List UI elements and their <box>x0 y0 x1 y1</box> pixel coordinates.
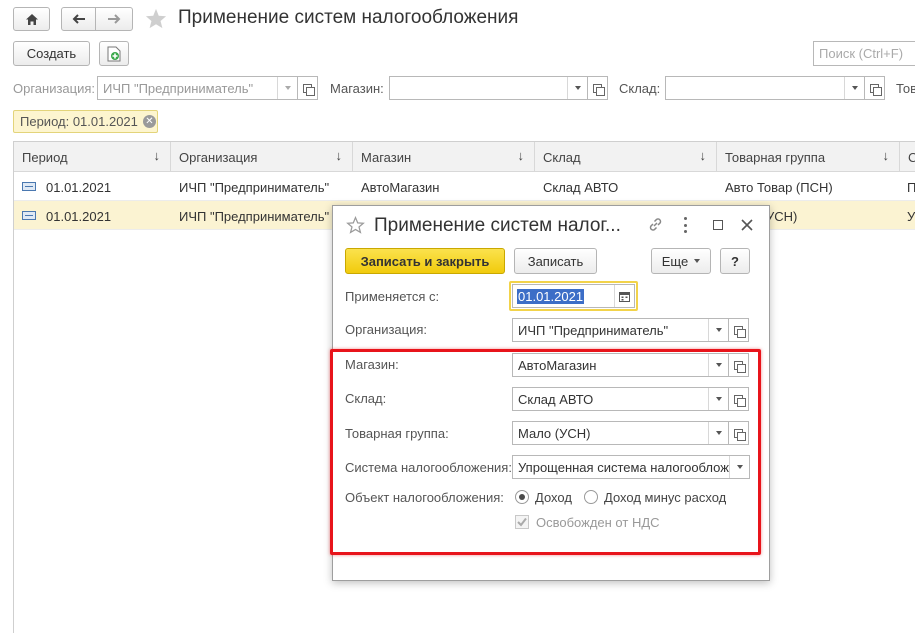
maximize-icon[interactable] <box>713 220 723 230</box>
row1-more: П <box>907 180 915 195</box>
record-icon <box>22 211 36 220</box>
col-header-shop[interactable]: Магазин ↓ <box>353 142 535 172</box>
row2-product-group: УСН) <box>766 209 798 224</box>
organization-dropdown[interactable] <box>708 319 728 341</box>
col-header-organization[interactable]: Организация ↓ <box>171 142 353 172</box>
forward-button[interactable] <box>95 7 133 31</box>
row1-product-group: Авто Товар (ПСН) <box>725 180 833 195</box>
filter-org-label: Организация: <box>13 81 96 96</box>
star-icon[interactable] <box>145 8 167 29</box>
more-actions-button[interactable]: Еще <box>651 248 711 274</box>
col-header-period[interactable]: Период ↓ <box>14 142 171 172</box>
filter-shop-field[interactable] <box>389 76 588 100</box>
link-icon[interactable] <box>647 216 664 233</box>
sort-arrow-icon: ↓ <box>517 148 525 163</box>
sort-arrow-icon: ↓ <box>699 148 707 163</box>
back-button[interactable] <box>61 7 96 31</box>
organization-value: ИЧП "Предприниматель" <box>518 322 669 338</box>
open-form-icon <box>303 83 315 96</box>
row1-organization: ИЧП "Предприниматель" <box>179 180 330 195</box>
filter-shop-dropdown[interactable] <box>567 77 587 99</box>
create-button[interactable]: Создать <box>13 41 90 66</box>
search-input[interactable]: Поиск (Ctrl+F) <box>813 41 915 66</box>
open-form-icon <box>593 83 605 96</box>
row2-more: У <box>907 209 915 224</box>
chevron-down-icon <box>574 86 581 90</box>
home-button[interactable] <box>13 7 50 31</box>
period-chip-label: Период: 01.01.2021 <box>20 114 138 129</box>
chevron-down-icon <box>284 86 291 90</box>
filter-org-open-button[interactable] <box>298 76 318 100</box>
close-icon[interactable]: ✕ <box>142 115 156 128</box>
row1-shop: АвтоМагазин <box>361 180 440 195</box>
chevron-down-icon <box>694 259 701 263</box>
page-title: Применение систем налогообложения <box>178 7 519 28</box>
chevron-down-icon <box>851 86 858 90</box>
sort-arrow-icon: ↓ <box>153 148 161 163</box>
filter-org-dropdown[interactable] <box>277 77 297 99</box>
filter-warehouse-label: Склад: <box>619 81 661 96</box>
more-actions-label: Еще <box>661 253 689 269</box>
save-and-close-button[interactable]: Записать и закрыть <box>345 248 505 274</box>
period-filter-chip[interactable]: Период: 01.01.2021 ✕ <box>13 110 158 133</box>
sort-arrow-icon: ↓ <box>882 148 890 163</box>
dialog-title: Применение систем налог... <box>374 215 621 236</box>
search-placeholder: Поиск (Ctrl+F) <box>819 46 904 61</box>
col-header-product-group[interactable]: Товарная группа ↓ <box>717 142 900 172</box>
col-header-warehouse[interactable]: Склад ↓ <box>535 142 717 172</box>
filter-org-field[interactable]: ИЧП "Предприниматель" <box>97 76 298 100</box>
more-menu-icon[interactable] <box>684 217 688 233</box>
arrow-right-icon <box>108 14 121 24</box>
help-button[interactable]: ? <box>720 248 750 274</box>
open-form-icon <box>734 325 746 338</box>
filter-shop-label: Магазин: <box>330 81 384 96</box>
organization-open-button[interactable] <box>729 318 749 342</box>
filter-more-label: Тов <box>896 81 915 96</box>
save-button[interactable]: Записать <box>514 248 597 274</box>
star-icon[interactable] <box>346 216 365 234</box>
col-header-more[interactable]: С <box>900 142 915 172</box>
organization-label: Организация: <box>345 322 428 337</box>
sort-arrow-icon: ↓ <box>335 148 343 163</box>
row1-period: 01.01.2021 <box>46 180 112 195</box>
calendar-button[interactable] <box>614 285 634 307</box>
chevron-down-icon <box>715 328 722 332</box>
organization-field[interactable]: ИЧП "Предприниматель" <box>512 318 729 342</box>
applies-from-date-input[interactable]: 01.01.2021 <box>512 284 635 308</box>
filter-warehouse-open-button[interactable] <box>865 76 885 100</box>
applies-from-label: Применяется с: <box>345 289 440 304</box>
highlight-frame <box>330 349 761 555</box>
row2-period: 01.01.2021 <box>46 209 112 224</box>
arrow-left-icon <box>72 14 85 24</box>
filter-org-value: ИЧП "Предприниматель" <box>103 80 254 96</box>
add-document-icon <box>107 46 121 61</box>
filter-shop-open-button[interactable] <box>588 76 608 100</box>
close-icon[interactable] <box>741 219 753 231</box>
row1-warehouse: Склад АВТО <box>543 180 619 195</box>
home-icon <box>25 13 38 25</box>
filter-warehouse-field[interactable] <box>665 76 865 100</box>
create-copy-button[interactable] <box>99 41 129 66</box>
calendar-icon <box>619 291 630 302</box>
applies-from-date-value: 01.01.2021 <box>517 288 585 304</box>
open-form-icon <box>870 83 882 96</box>
record-icon <box>22 182 36 191</box>
filter-warehouse-dropdown[interactable] <box>844 77 864 99</box>
row2-organization: ИЧП "Предприниматель" <box>179 209 330 224</box>
